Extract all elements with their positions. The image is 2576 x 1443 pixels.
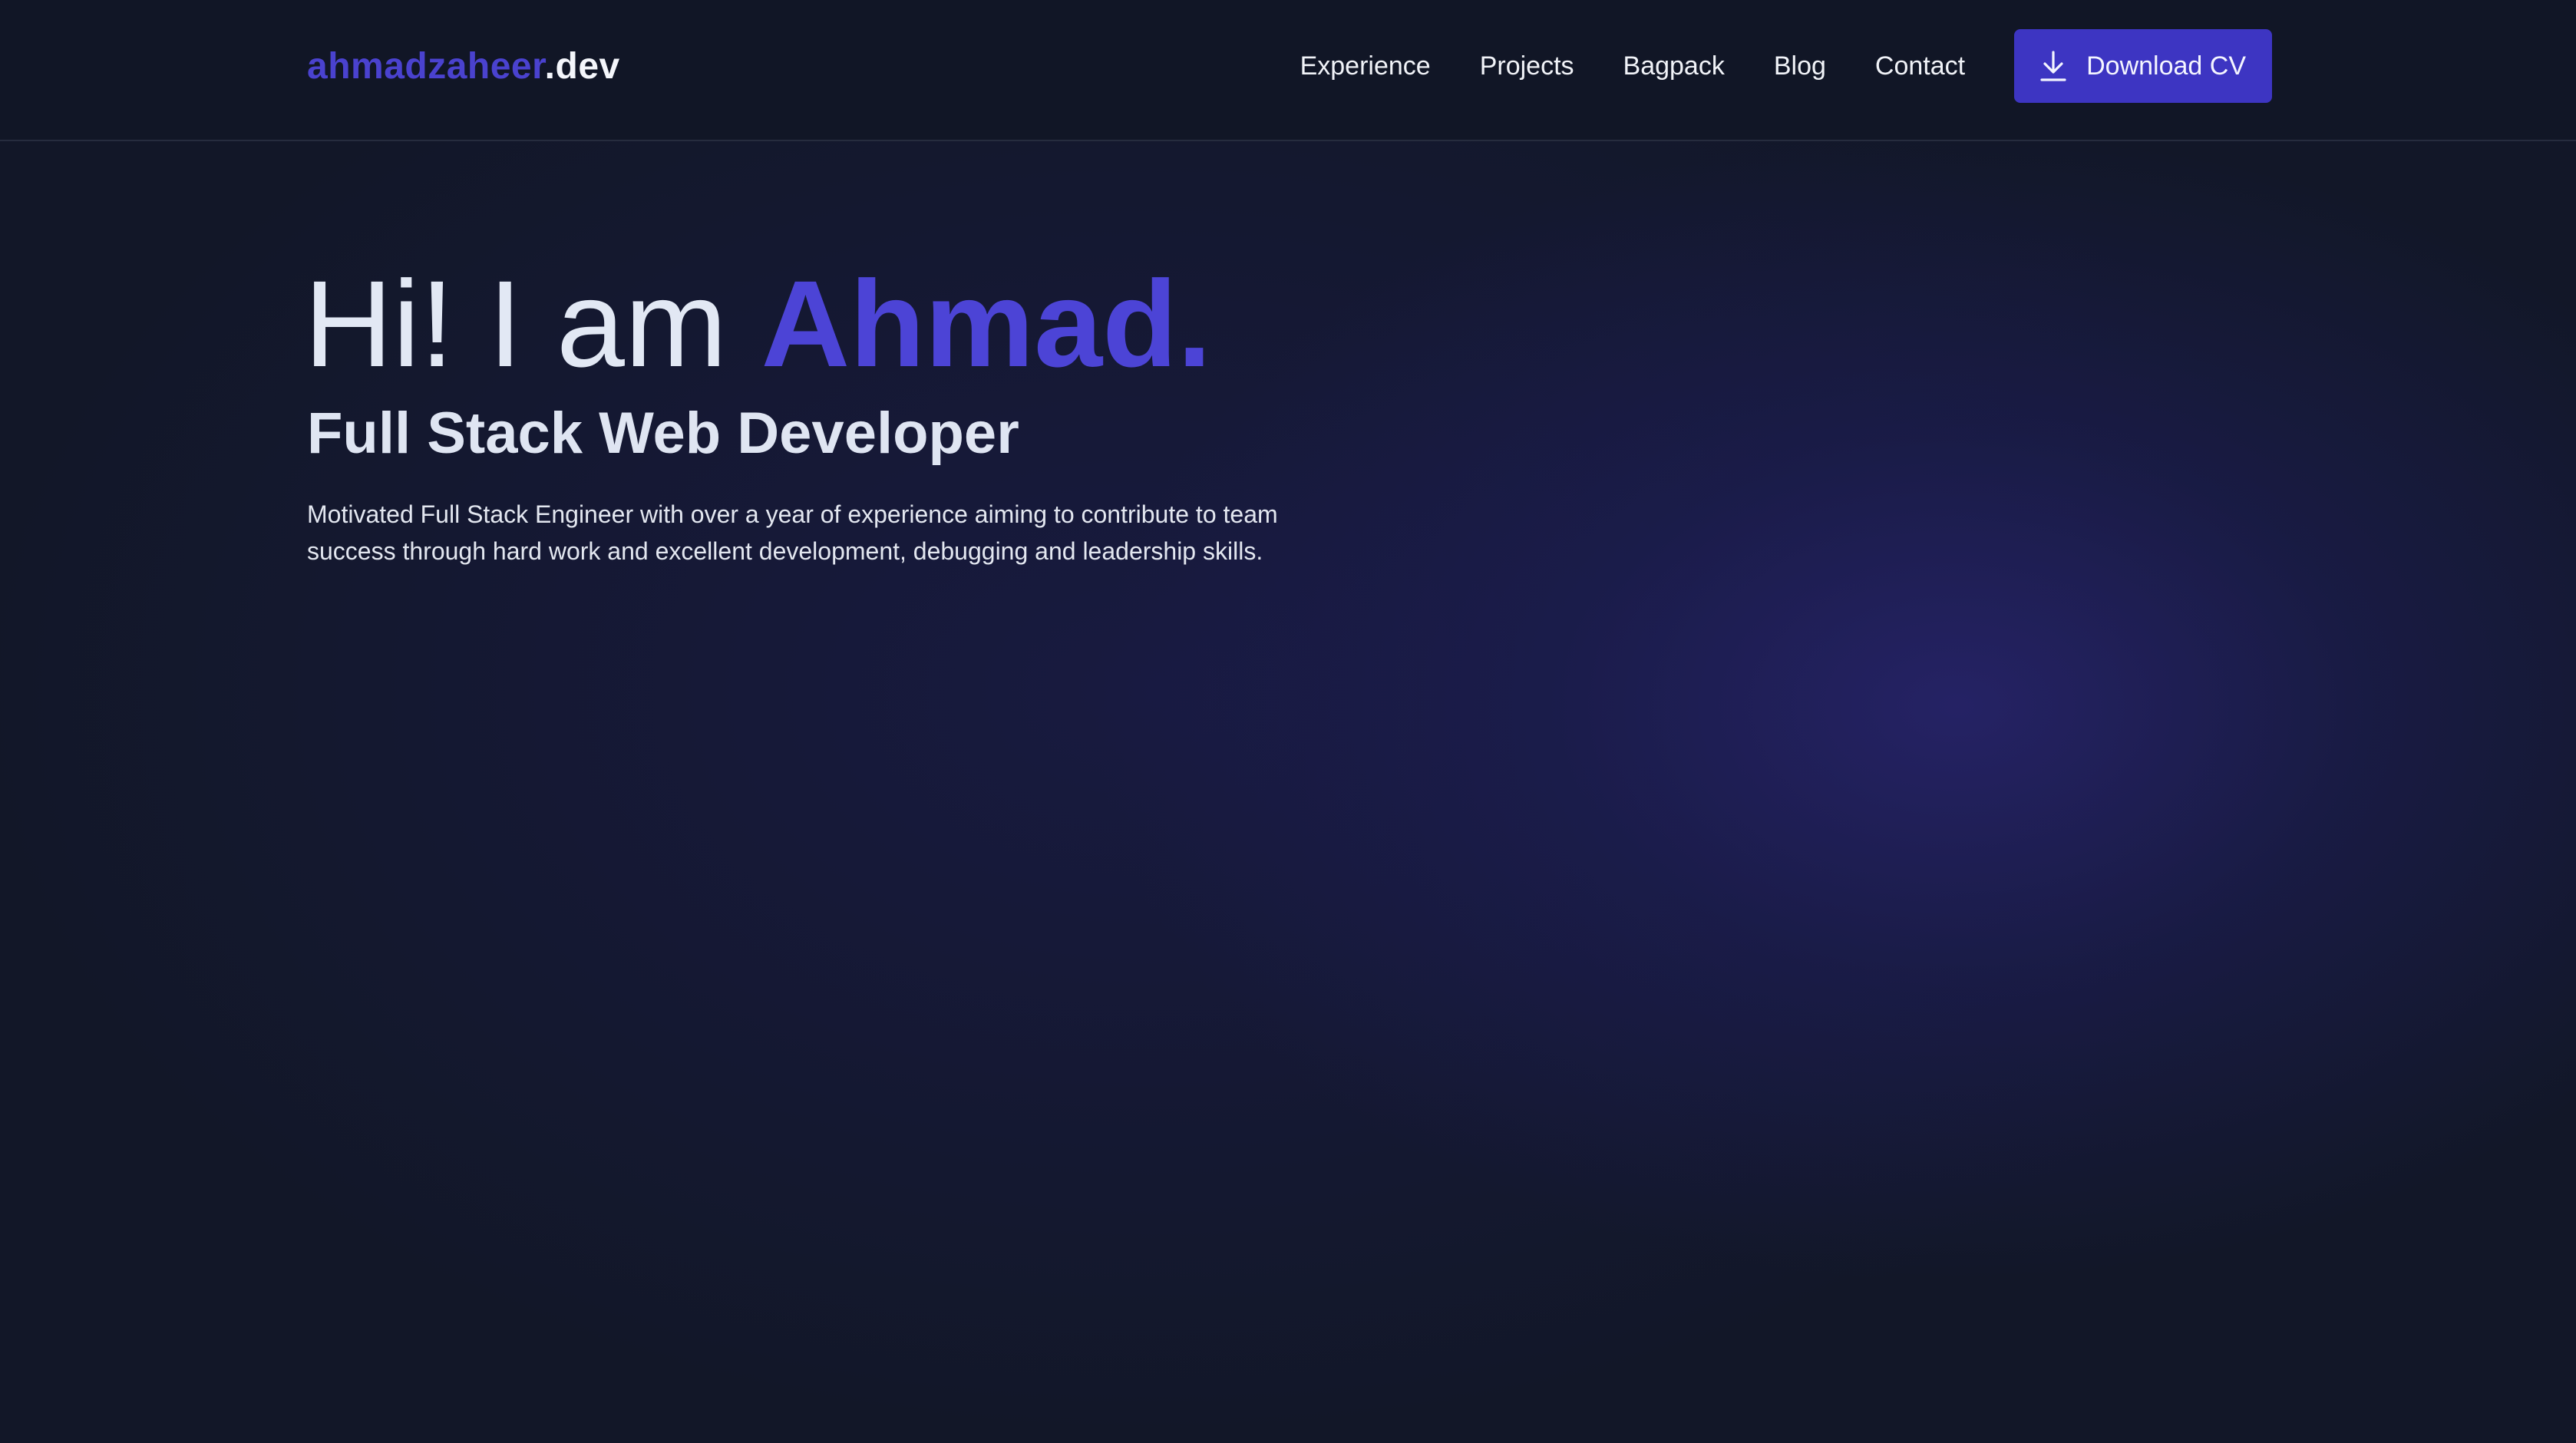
nav-blog[interactable]: Blog xyxy=(1774,51,1826,81)
hero-name: Ahmad. xyxy=(761,255,1212,392)
greeting-prefix: Hi! I am xyxy=(304,255,761,392)
main-nav: Experience Projects Bagpack Blog Contact… xyxy=(1300,29,2272,103)
nav-experience[interactable]: Experience xyxy=(1300,51,1431,81)
download-cv-button[interactable]: Download CV xyxy=(2014,29,2272,103)
nav-contact[interactable]: Contact xyxy=(1875,51,1965,81)
logo-brand: ahmadzaheer xyxy=(307,46,545,87)
download-cv-label: Download CV xyxy=(2086,51,2246,81)
hero-intro: Motivated Full Stack Engineer with over … xyxy=(307,500,1278,565)
download-icon xyxy=(2040,51,2066,81)
hero-greeting: Hi! I am Ahmad. xyxy=(304,255,1211,393)
nav-projects[interactable]: Projects xyxy=(1480,51,1574,81)
logo-tld: .dev xyxy=(544,46,620,87)
background-glow xyxy=(0,0,2576,1443)
site-logo[interactable]: ahmadzaheer.dev xyxy=(307,41,620,92)
site-header: ahmadzaheer.dev Experience Projects Bagp… xyxy=(0,0,2576,141)
hero-role: Full Stack Web Developer xyxy=(307,401,1019,466)
nav-bagpack[interactable]: Bagpack xyxy=(1623,51,1725,81)
